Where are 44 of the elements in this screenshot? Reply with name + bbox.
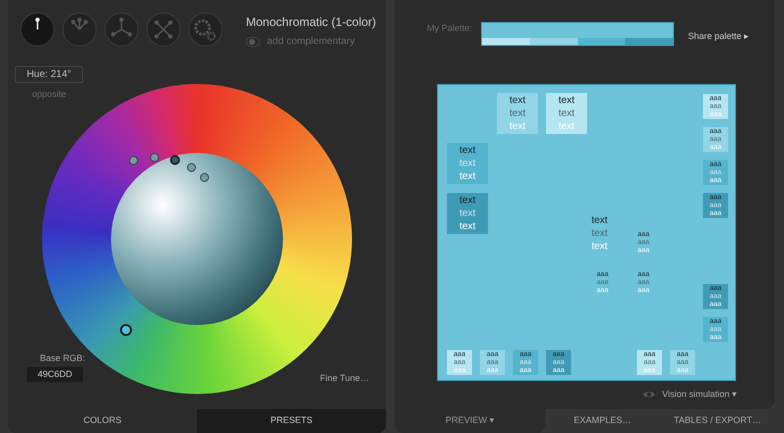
palette-bar[interactable]	[481, 22, 674, 46]
sample-text: text	[591, 214, 608, 227]
scheme-title: Monochromatic (1-color)	[246, 14, 376, 31]
sample-text: text	[459, 207, 476, 220]
palette-swatch[interactable]	[530, 38, 578, 45]
sample-text: text	[459, 170, 476, 183]
base-rgb-field[interactable]: 49C6DD	[27, 367, 83, 382]
hue-field[interactable]: Hue: 214°	[15, 66, 83, 83]
sample-text: text	[558, 120, 575, 133]
palette-swatch[interactable]	[625, 38, 673, 45]
toggle-switch[interactable]	[246, 36, 260, 46]
color-marker[interactable]	[120, 324, 132, 336]
gear-icon[interactable]	[188, 12, 223, 47]
vision-simulation-dropdown[interactable]: Vision simulation ▾	[662, 388, 737, 402]
eye-icon	[642, 390, 656, 400]
base-rgb-label: Base RGB:	[40, 352, 86, 365]
sample-text: text	[591, 227, 608, 240]
scheme-dial-icon[interactable]	[104, 12, 139, 47]
scheme-dial-icon[interactable]	[146, 12, 181, 47]
scheme-dial-icon[interactable]	[62, 12, 97, 47]
tab[interactable]: PREVIEW ▾	[395, 409, 545, 433]
toggle-label: add complementary	[267, 35, 355, 49]
sample-text: text	[509, 107, 526, 120]
palette-swatch[interactable]	[482, 38, 530, 45]
color-marker[interactable]	[129, 156, 138, 165]
palette-label: My Palette:	[427, 22, 474, 35]
sample-text: text	[459, 144, 476, 157]
tab[interactable]: EXAMPLES…	[545, 409, 660, 433]
color-marker[interactable]	[150, 153, 159, 162]
sample-text: text	[509, 120, 526, 133]
share-palette-link[interactable]: Share palette ▸	[688, 30, 750, 44]
tab[interactable]: PRESETS	[197, 409, 386, 433]
tab[interactable]: TABLES / EXPORT…	[660, 409, 775, 433]
sample-text: text	[591, 240, 608, 253]
sample-text: text	[459, 220, 476, 233]
sample-text: text	[558, 107, 575, 120]
sample-text: text	[459, 157, 476, 170]
palette-swatch[interactable]	[578, 38, 626, 45]
sample-text: text	[558, 94, 575, 107]
scheme-dial-icon[interactable]	[20, 12, 55, 47]
fine-tune-link[interactable]: Fine Tune…	[320, 372, 370, 386]
sample-text: text	[509, 94, 526, 107]
sample-text: text	[459, 194, 476, 207]
color-marker[interactable]	[170, 155, 180, 165]
